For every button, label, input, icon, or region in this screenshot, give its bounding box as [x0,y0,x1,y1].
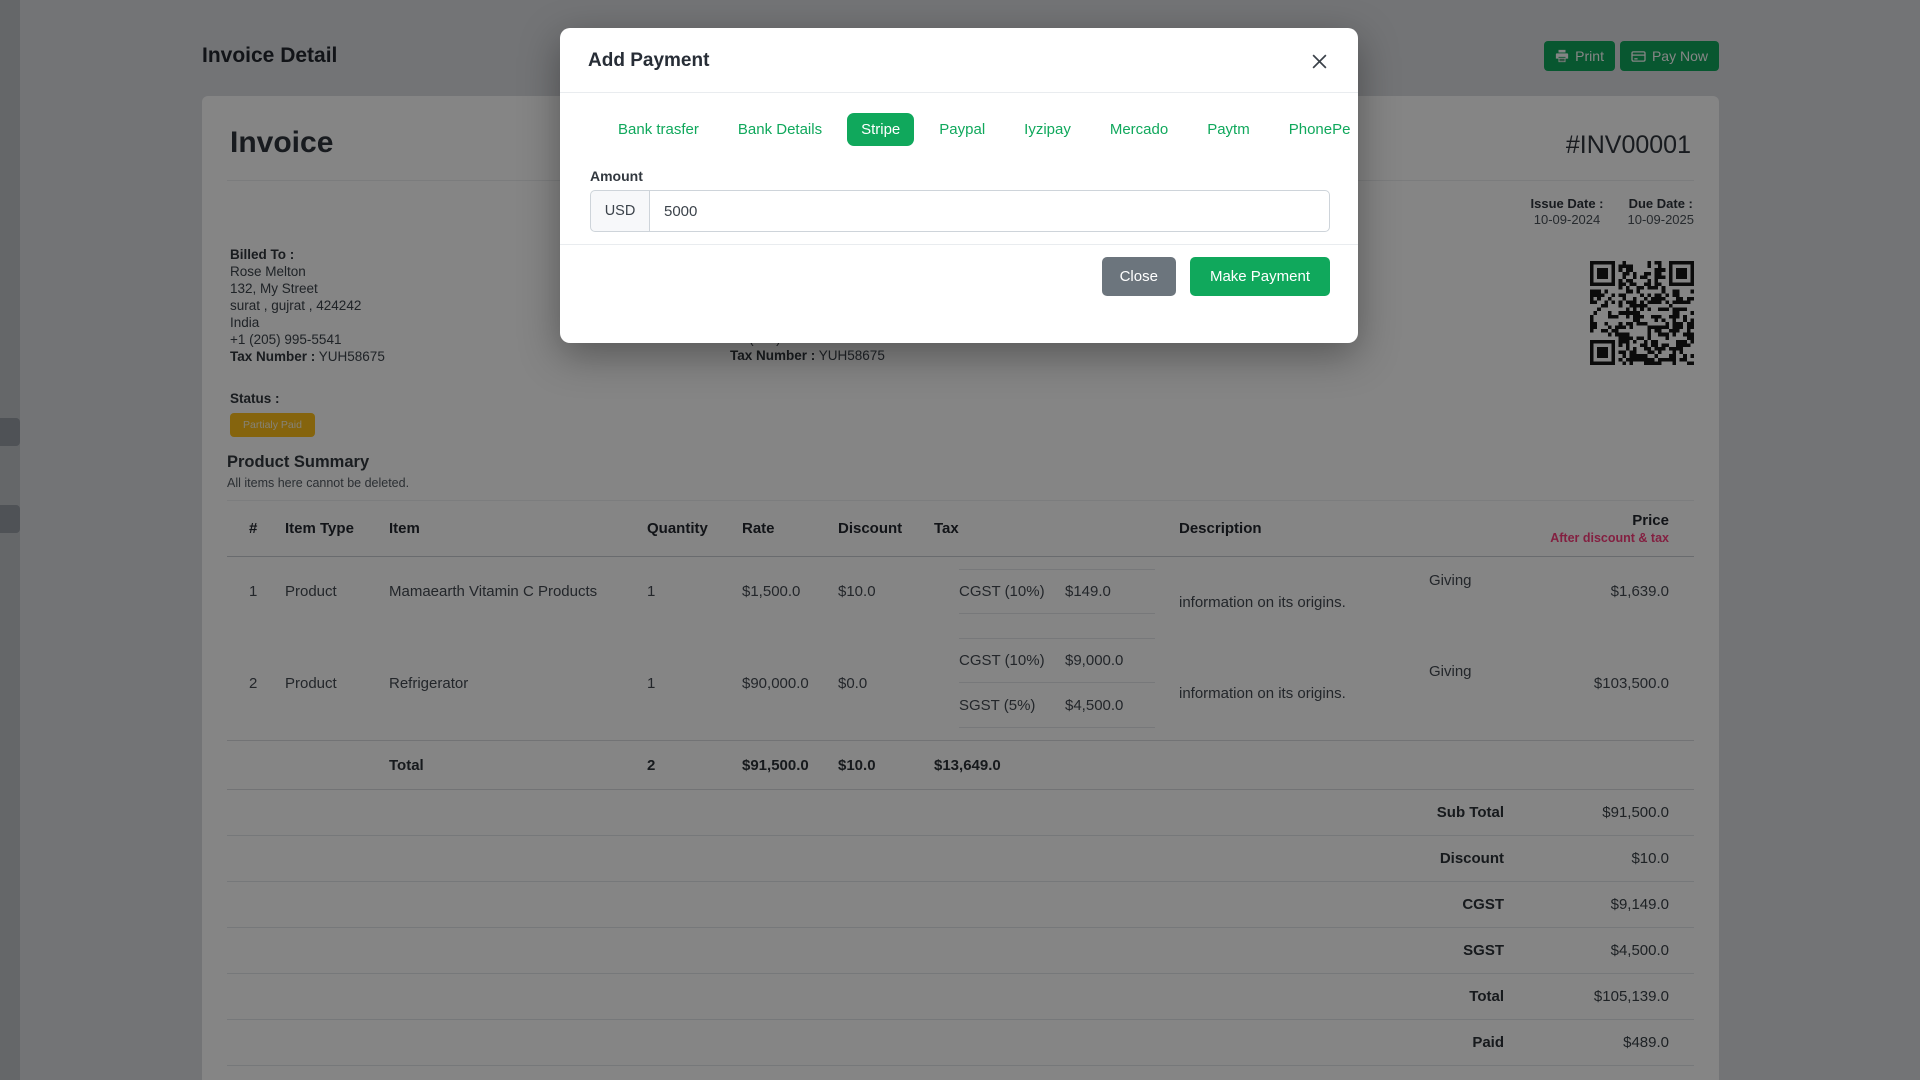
make-payment-button[interactable]: Make Payment [1189,257,1330,296]
modal-header: Add Payment [560,28,1358,93]
add-payment-modal: Add Payment Bank trasfer Bank Details St… [560,28,1358,343]
modal-title: Add Payment [588,50,710,71]
tab-iyzipay[interactable]: Iyzipay [1010,113,1085,146]
tab-bank-details[interactable]: Bank Details [724,113,836,146]
payment-method-tabs: Bank trasfer Bank Details Stripe Paypal … [604,113,1350,146]
close-button[interactable]: Close [1101,257,1176,296]
tab-phonepe[interactable]: PhonePe [1275,113,1365,146]
amount-input-group: USD [590,190,1330,232]
tab-paypal[interactable]: Paypal [925,113,999,146]
tab-bank-transfer[interactable]: Bank trasfer [604,113,713,146]
tab-mercado[interactable]: Mercado [1096,113,1182,146]
tab-stripe[interactable]: Stripe [847,113,915,146]
amount-label: Amount [590,168,643,184]
tab-paytm[interactable]: Paytm [1193,113,1264,146]
close-icon[interactable] [1309,51,1330,72]
currency-prefix: USD [590,190,649,232]
amount-input[interactable] [649,190,1330,232]
modal-footer: Close Make Payment [560,244,1358,296]
